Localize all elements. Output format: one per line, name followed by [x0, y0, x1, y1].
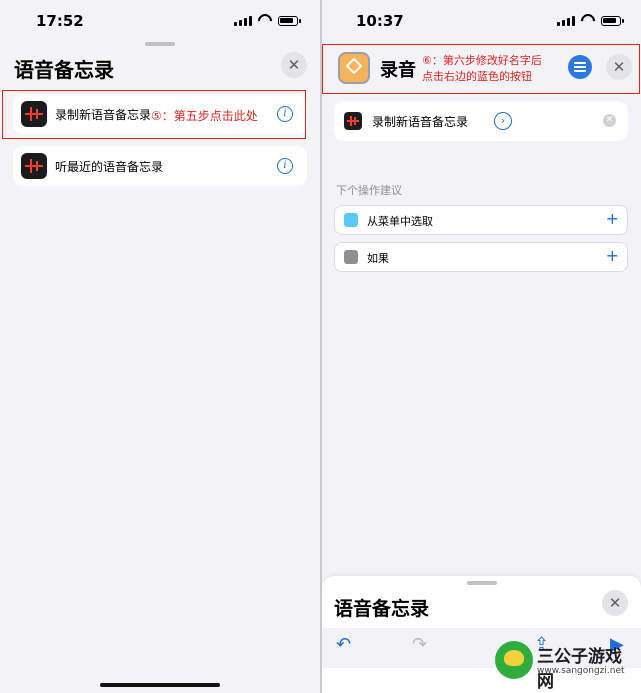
status-icons [557, 14, 624, 26]
battery-icon [278, 16, 301, 26]
suggestion-choose-from-menu[interactable]: 从菜单中选取 + [334, 205, 628, 235]
watermark: 三公子游戏网 www.sangongzi.net [495, 639, 635, 692]
suggestion-label: 从菜单中选取 [367, 215, 433, 228]
sheet-grabber[interactable] [145, 42, 175, 46]
right-screenshot: 10:37 录音 ⑥：第六步修改好名字后 点击右边的蓝色的按钮 ✕ 录制新语音备… [322, 0, 641, 693]
info-icon[interactable]: i [277, 158, 293, 174]
suggestion-if[interactable]: 如果 + [334, 242, 628, 272]
watermark-logo-icon [495, 641, 533, 679]
voice-memos-app-icon [344, 112, 362, 130]
home-indicator [100, 683, 220, 687]
suggestions-header: 下个操作建议 [336, 184, 402, 197]
battery-icon [601, 16, 624, 26]
watermark-url: www.sangongzi.net [537, 666, 625, 676]
undo-icon[interactable]: ↶ [336, 634, 351, 655]
suggestion-label: 如果 [367, 252, 389, 265]
row-label: 听最近的语音备忘录 [55, 160, 164, 174]
wifi-icon [258, 14, 272, 26]
signal-icon [234, 16, 252, 26]
status-time: 10:37 [356, 12, 404, 30]
annotation-highlight-box [322, 44, 640, 94]
close-button[interactable]: ✕ [281, 52, 307, 78]
left-screenshot: 17:52 语音备忘录 ✕ 录制新语音备忘录 i ⑤：第五步点击此处 听最近的语… [0, 0, 320, 693]
close-button[interactable]: ✕ [602, 590, 628, 616]
action-record-voice-memo[interactable]: 录制新语音备忘录 › ✕ [334, 101, 628, 141]
add-icon[interactable]: + [606, 246, 619, 265]
annotation-step5: ⑤：第五步点击此处 [151, 109, 258, 123]
signal-icon [557, 16, 575, 26]
sheet: 语音备忘录 ✕ 录制新语音备忘录 i ⑤：第五步点击此处 听最近的语音备忘录 i [0, 36, 320, 693]
add-icon[interactable]: + [606, 209, 619, 228]
list-item-play-recent[interactable]: 听最近的语音备忘录 i [13, 146, 307, 186]
branch-icon [344, 250, 358, 264]
status-bar: 10:37 [322, 0, 641, 40]
wifi-icon [581, 14, 595, 26]
sheet-grabber[interactable] [466, 581, 497, 585]
menu-icon [344, 213, 358, 227]
voice-memos-app-icon [21, 153, 47, 179]
status-time: 17:52 [36, 12, 84, 30]
action-label: 录制新语音备忘录 [372, 115, 469, 129]
bottom-sheet-title: 语音备忘录 [334, 598, 430, 620]
status-bar: 17:52 [0, 0, 320, 40]
clear-icon[interactable]: ✕ [603, 114, 616, 127]
redo-icon[interactable]: ↷ [412, 634, 427, 655]
status-icons [234, 14, 301, 26]
chevron-right-icon[interactable]: › [494, 112, 512, 130]
sheet-title: 语音备忘录 [14, 58, 114, 82]
